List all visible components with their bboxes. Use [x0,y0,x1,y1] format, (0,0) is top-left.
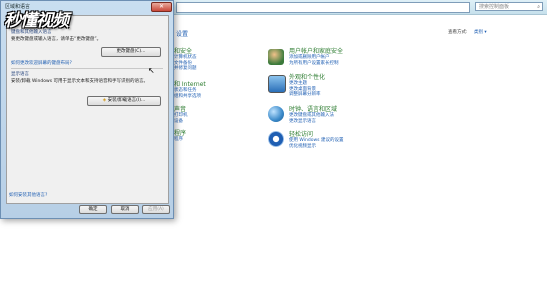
category-link[interactable]: 优化视频显示 [289,144,409,150]
category-link[interactable]: 并修复问题 [174,66,197,72]
category-network-internet[interactable]: 和 Internet 状态和任务 组和共享选项 [174,79,206,99]
category-title[interactable]: 和 Internet [174,79,206,88]
install-languages-button[interactable]: ◈ 安装/卸载语言(I)... [87,96,161,106]
globe-icon [268,106,284,122]
address-bar[interactable] [176,2,470,13]
category-programs[interactable]: 程序 程序 [174,128,186,143]
watermark-logo: 秒懂视频 [4,11,69,31]
install-languages-label: 安装/卸载语言(I)... [107,98,146,103]
category-link[interactable]: 调整屏幕分辨率 [289,92,409,98]
section-display-language-desc: 安装/卸载 Windows 可用于显示文本和支持语音和手写识别的语言。 [11,79,148,84]
search-icon: ⌕ [537,4,540,10]
divider [11,68,163,69]
dialog-body: 键盘和其他输入语言 要更改键盘或输入语言，请单击“更改键盘”。 更改键盘(C).… [6,15,169,204]
category-title[interactable]: 外观和个性化 [289,72,409,81]
category-link[interactable]: 为所有用户设置家长控制 [289,61,409,67]
section-display-language-title: 显示语言 [11,72,29,77]
category-link[interactable]: 打印机 [174,113,188,119]
cursor-icon: ↖ [148,66,155,75]
category-title[interactable]: 程序 [174,128,186,137]
search-input[interactable]: 搜索控制面板 ⌕ [475,2,543,11]
category-system-security[interactable]: 和安全 计算机状态 文件备份 并修复问题 [174,46,197,72]
search-placeholder: 搜索控制面板 [479,4,510,10]
section-keyboard-desc: 要更改键盘或输入语言，请单击“更改键盘”。 [11,37,102,42]
view-by-dropdown[interactable]: 类别 ▾ [474,29,487,35]
category-link[interactable]: 计算机状态 [174,55,197,61]
change-keyboard-button[interactable]: 更改键盘(C)... [101,47,161,57]
category-title[interactable]: 和安全 [174,46,197,55]
accessibility-icon [268,131,284,147]
shield-icon: ◈ [102,98,107,103]
page-heading: 设置 [176,31,189,38]
category-link[interactable]: 更改显示语言 [289,119,409,125]
cancel-button[interactable]: 取消 [111,205,139,214]
category-title[interactable]: 用户帐户和家庭安全 [289,46,409,55]
category-hardware-sound[interactable]: 声音 打印机 设备 [174,104,188,124]
ok-button[interactable]: 确定 [79,205,107,214]
users-icon [268,49,284,65]
view-by-label: 查看方式: [448,30,468,35]
category-link[interactable]: 程序 [174,137,186,143]
category-title[interactable]: 轻松访问 [289,129,409,138]
apply-button[interactable]: 应用(A) [142,205,170,214]
category-title[interactable]: 时钟、语言和区域 [289,104,409,113]
region-language-dialog: 区域和语言 ✕ 键盘和其他输入语言 要更改键盘或输入语言，请单击“更改键盘”。 … [0,0,174,219]
category-title[interactable]: 声音 [174,104,188,113]
display-icon [268,75,286,93]
keyboard-help-link[interactable]: 如何更改欢迎屏幕的键盘布局? [11,60,72,66]
install-help-link[interactable]: 如何安装其他语言? [9,192,47,198]
close-button[interactable]: ✕ [151,2,172,12]
category-link[interactable]: 组和共享选项 [174,94,206,100]
category-link[interactable]: 设备 [174,119,188,125]
